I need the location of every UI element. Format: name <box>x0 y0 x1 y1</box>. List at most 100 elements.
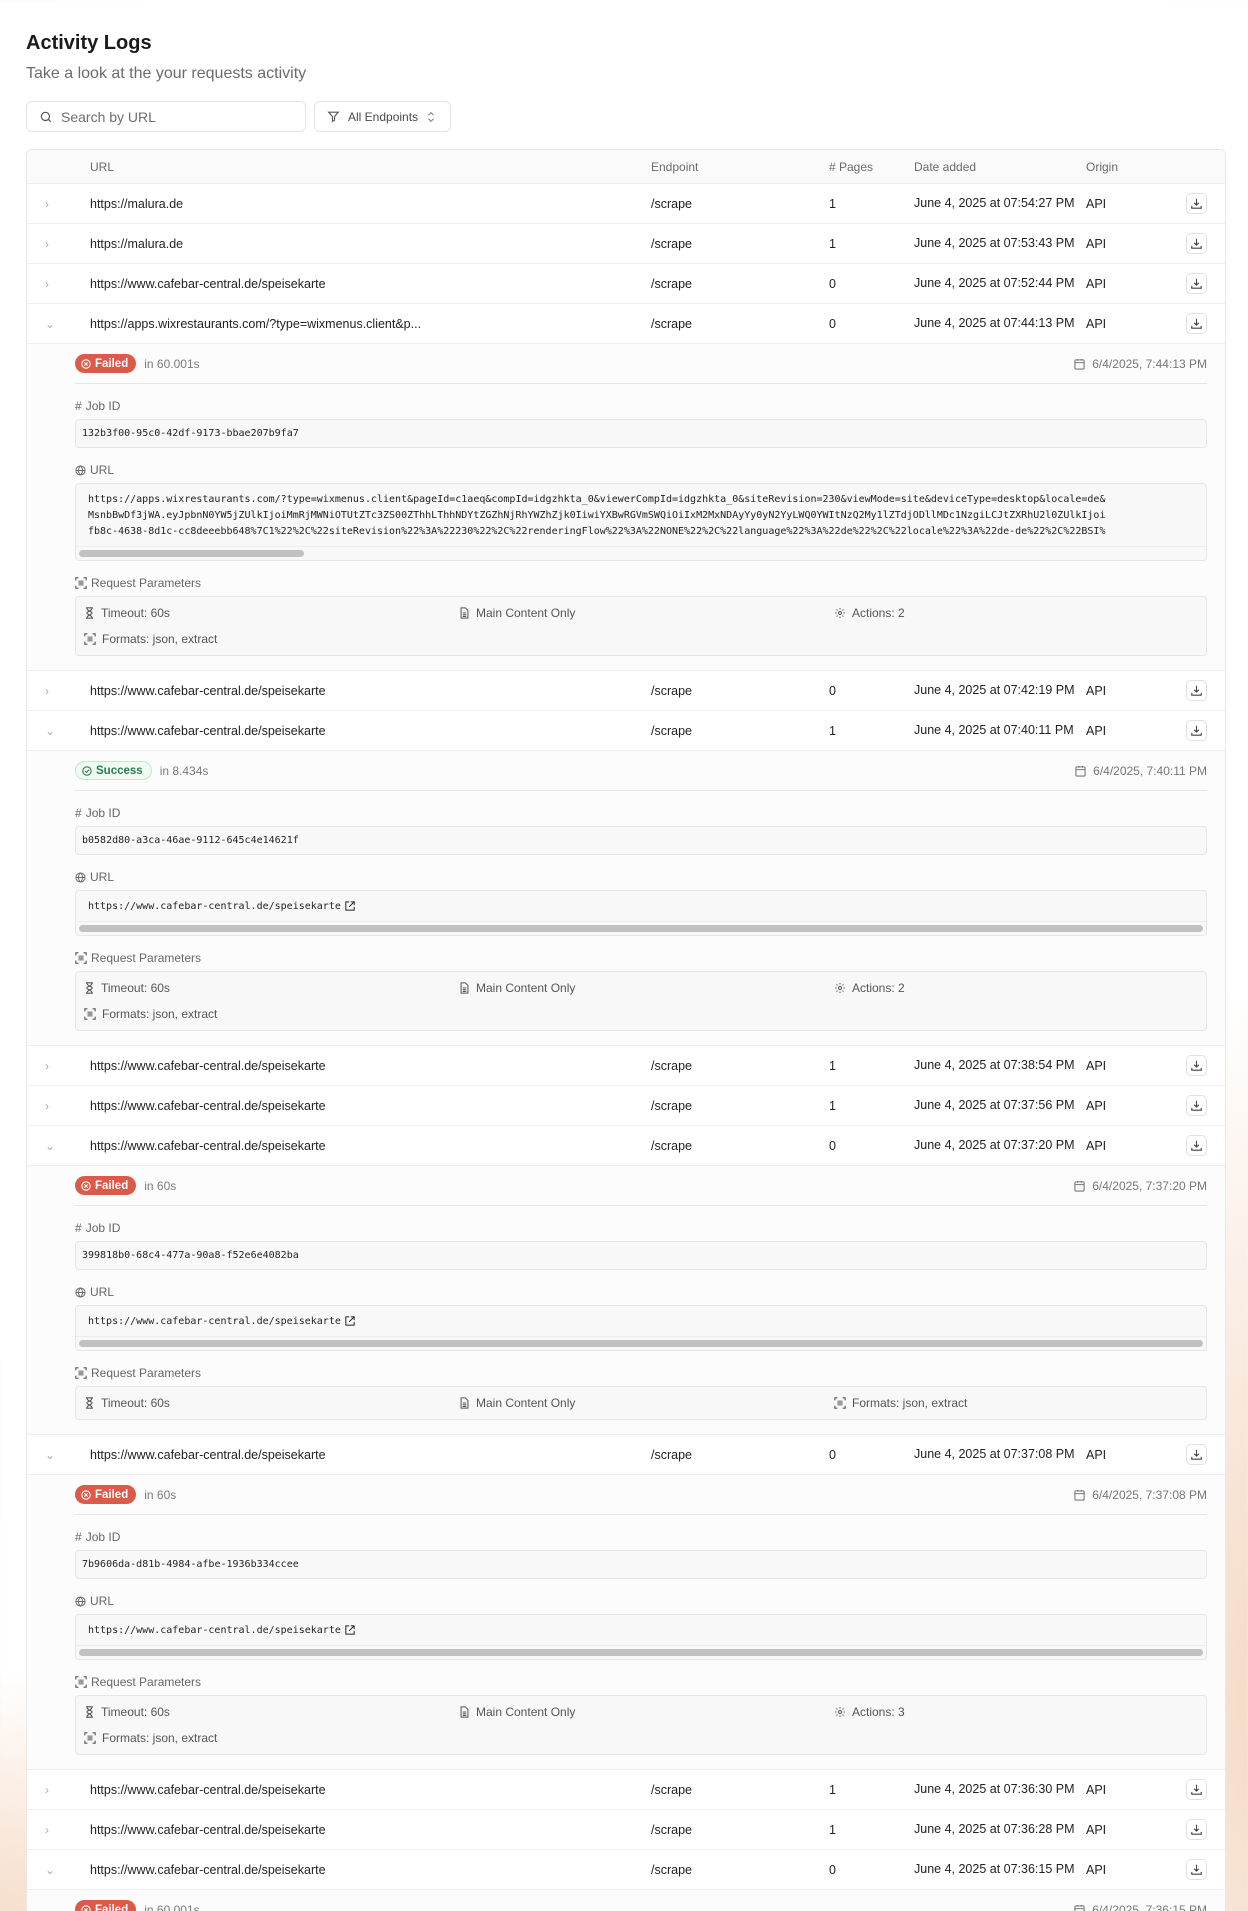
url-field[interactable]: https://www.cafebar-central.de/speisekar… <box>75 1614 1207 1660</box>
url-line: https://www.cafebar-central.de/speisekar… <box>88 1625 341 1636</box>
column-header-pages[interactable]: # Pages <box>829 160 914 174</box>
external-link-icon[interactable] <box>345 1316 355 1326</box>
endpoint-filter-select[interactable]: All Endpoints <box>314 101 452 132</box>
row-endpoint: /scrape <box>651 276 692 291</box>
chevron-right-icon[interactable]: › <box>27 197 90 211</box>
row-url: https://www.cafebar-central.de/speisekar… <box>90 1447 326 1462</box>
row-pages: 0 <box>829 316 836 331</box>
download-button[interactable] <box>1186 273 1207 294</box>
table-row[interactable]: › https://malura.de /scrape 1 June 4, 20… <box>27 184 1225 224</box>
download-button[interactable] <box>1186 1135 1207 1156</box>
column-header-origin[interactable]: Origin <box>1086 160 1186 174</box>
table-row[interactable]: › https://www.cafebar-central.de/speisek… <box>27 1046 1225 1086</box>
table-row[interactable]: › https://www.cafebar-central.de/speisek… <box>27 1086 1225 1126</box>
download-button[interactable] <box>1186 680 1207 701</box>
job-id-field[interactable]: 399818b0-68c4-477a-90a8-f52e6e4082ba <box>75 1241 1207 1270</box>
download-button[interactable] <box>1186 233 1207 254</box>
chevron-down-icon[interactable]: ⌄ <box>27 1863 90 1877</box>
table-row[interactable]: ⌄ https://apps.wixrestaurants.com/?type=… <box>27 304 1225 344</box>
file-text-icon <box>459 1397 470 1409</box>
chevron-right-icon[interactable]: › <box>27 1059 90 1073</box>
hourglass-icon <box>84 1706 95 1718</box>
horizontal-scrollbar[interactable] <box>76 1336 1206 1350</box>
duration: in 60s <box>144 1178 177 1193</box>
log-detail-panel: Failed in 60s 6/4/2025, 7:37:20 PM # Job … <box>27 1166 1225 1435</box>
row-url: https://www.cafebar-central.de/speisekar… <box>90 723 326 738</box>
search-box[interactable] <box>26 101 306 132</box>
table-row[interactable]: › https://www.cafebar-central.de/speisek… <box>27 1770 1225 1810</box>
download-icon <box>1191 725 1202 736</box>
download-button[interactable] <box>1186 1095 1207 1116</box>
row-date: June 4, 2025 at 07:40:11 PM <box>914 723 1074 737</box>
download-button[interactable] <box>1186 1055 1207 1076</box>
globe-icon <box>75 871 86 883</box>
row-date: June 4, 2025 at 07:36:28 PM <box>914 1822 1075 1836</box>
url-field[interactable]: https://www.cafebar-central.de/speisekar… <box>75 890 1207 936</box>
horizontal-scrollbar[interactable] <box>76 1645 1206 1659</box>
job-id-field[interactable]: 7b9606da-d81b-4984-afbe-1936b334ccee <box>75 1550 1207 1579</box>
column-header-endpoint[interactable]: Endpoint <box>651 160 829 174</box>
job-id-field[interactable]: 132b3f00-95c0-42df-9173-bbae207b9fa7 <box>75 419 1207 448</box>
url-label: URL <box>75 870 1207 884</box>
search-input[interactable] <box>61 108 281 125</box>
table-row[interactable]: ⌄ https://www.cafebar-central.de/speisek… <box>27 711 1225 751</box>
chevron-right-icon[interactable]: › <box>27 1823 90 1837</box>
row-url: https://www.cafebar-central.de/speisekar… <box>90 1782 326 1797</box>
horizontal-scrollbar[interactable] <box>76 921 1206 935</box>
download-button[interactable] <box>1186 1779 1207 1800</box>
status-badge: Success <box>75 761 152 780</box>
horizontal-scrollbar[interactable] <box>76 546 1206 560</box>
parameter-item: Formats: json, extract <box>84 1731 459 1745</box>
url-field[interactable]: https://www.cafebar-central.de/speisekar… <box>75 1305 1207 1351</box>
table-row[interactable]: › https://malura.de /scrape 1 June 4, 20… <box>27 224 1225 264</box>
chevron-right-icon[interactable]: › <box>27 237 90 251</box>
calendar-icon <box>1074 1904 1085 1911</box>
table-row[interactable]: › https://www.cafebar-central.de/speisek… <box>27 671 1225 711</box>
row-endpoint: /scrape <box>651 236 692 251</box>
chevron-down-icon[interactable]: ⌄ <box>27 317 90 331</box>
download-button[interactable] <box>1186 1819 1207 1840</box>
row-url: https://malura.de <box>90 196 184 211</box>
status-row: Failed in 60s 6/4/2025, 7:37:08 PM <box>75 1475 1207 1515</box>
external-link-icon[interactable] <box>345 1625 355 1635</box>
chevron-right-icon[interactable]: › <box>27 684 90 698</box>
row-url: https://www.cafebar-central.de/speisekar… <box>90 1138 326 1153</box>
table-row[interactable]: › https://www.cafebar-central.de/speisek… <box>27 264 1225 304</box>
table-row[interactable]: ⌄ https://www.cafebar-central.de/speisek… <box>27 1850 1225 1890</box>
row-origin: API <box>1086 723 1107 738</box>
download-button[interactable] <box>1186 1444 1207 1465</box>
chevron-right-icon[interactable]: › <box>27 277 90 291</box>
column-header-url[interactable]: URL <box>90 160 651 174</box>
external-link-icon[interactable] <box>345 901 355 911</box>
file-text-icon <box>459 607 470 619</box>
table-row[interactable]: › https://www.cafebar-central.de/speisek… <box>27 1810 1225 1850</box>
chevron-right-icon[interactable]: › <box>27 1099 90 1113</box>
column-header-date[interactable]: Date added <box>914 160 1086 174</box>
download-icon <box>1191 1140 1202 1151</box>
download-button[interactable] <box>1186 1859 1207 1880</box>
row-origin: API <box>1086 1822 1107 1837</box>
chevron-right-icon[interactable]: › <box>27 1783 90 1797</box>
download-button[interactable] <box>1186 193 1207 214</box>
log-detail-panel: Failed in 60.001s 6/4/2025, 7:44:13 PM #… <box>27 344 1225 671</box>
table-row[interactable]: ⌄ https://www.cafebar-central.de/speisek… <box>27 1126 1225 1166</box>
row-origin: API <box>1086 1862 1107 1877</box>
table-row[interactable]: ⌄ https://www.cafebar-central.de/speisek… <box>27 1435 1225 1475</box>
url-label: URL <box>75 1594 1207 1608</box>
job-id-field[interactable]: b0582d80-a3ca-46ae-9112-645c4e14621f <box>75 826 1207 855</box>
chevron-down-icon[interactable]: ⌄ <box>27 1139 90 1153</box>
parameter-item: Main Content Only <box>459 981 834 995</box>
download-button[interactable] <box>1186 313 1207 334</box>
duration: in 60s <box>144 1487 177 1502</box>
chevron-down-icon[interactable]: ⌄ <box>27 724 90 738</box>
timestamp: 6/4/2025, 7:44:13 PM <box>1092 356 1207 371</box>
gear-icon <box>834 1706 846 1718</box>
status-text: Failed <box>95 1903 129 1911</box>
job-id-label: # Job ID <box>75 806 121 820</box>
duration: in 8.434s <box>159 763 209 778</box>
row-origin: API <box>1086 276 1107 291</box>
url-field[interactable]: https://apps.wixrestaurants.com/?type=wi… <box>75 483 1207 561</box>
chevron-down-icon[interactable]: ⌄ <box>27 1448 90 1462</box>
request-parameters: Timeout: 60s Main Content Only Actions: 2 F… <box>75 971 1207 1031</box>
download-button[interactable] <box>1186 720 1207 741</box>
